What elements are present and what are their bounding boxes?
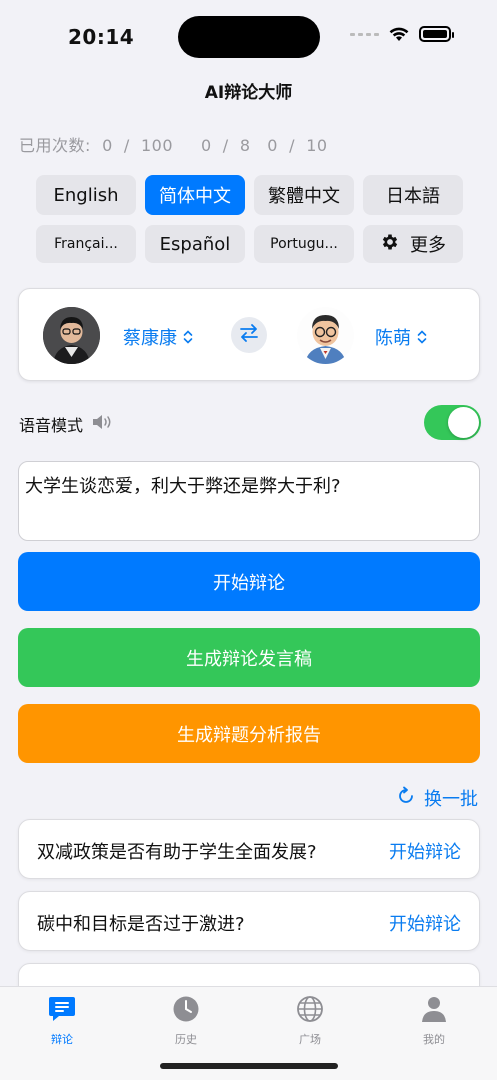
lang-button-french[interactable]: Françai... <box>36 225 136 263</box>
lang-button-portuguese[interactable]: Portugu... <box>254 225 354 263</box>
voice-mode-label: 语音模式 <box>19 416 84 435</box>
topic-text: 碳中和目标是否过于激进? <box>37 914 245 935</box>
wifi-icon <box>389 27 409 42</box>
debater-right-picker[interactable]: 陈萌 <box>375 324 427 350</box>
lang-button-spanish[interactable]: Español <box>145 225 245 263</box>
usage-counter: 已用次数: 0 / 100 0 / 8 0 / 10 <box>19 136 328 155</box>
tab-square[interactable]: 广场 <box>280 995 340 1047</box>
refresh-topics-button[interactable]: 换一批 <box>396 785 478 811</box>
status-bar: 20:14 <box>0 0 497 62</box>
language-selector: English 简体中文 繁體中文 日本語 Françai... Español… <box>36 175 463 263</box>
tab-history[interactable]: 历史 <box>156 995 216 1047</box>
status-time: 20:14 <box>68 25 135 49</box>
lang-button-english[interactable]: English <box>36 175 136 215</box>
debater-left-avatar[interactable] <box>43 307 100 364</box>
battery-icon <box>419 26 454 42</box>
lang-button-japanese[interactable]: 日本語 <box>363 175 463 215</box>
chat-icon <box>47 995 77 1027</box>
status-icons <box>350 26 454 42</box>
topic-start-button[interactable]: 开始辩论 <box>389 838 461 864</box>
gear-icon <box>380 232 400 257</box>
topic-card[interactable]: 双减政策是否有助于学生全面发展? 开始辩论 <box>18 819 480 879</box>
topic-input[interactable]: 大学生谈恋爱，利大于弊还是弊大于利? <box>18 461 480 541</box>
refresh-label: 换一批 <box>424 789 478 810</box>
more-languages-button[interactable]: 更多 <box>363 225 463 263</box>
lang-button-traditional-chinese[interactable]: 繁體中文 <box>254 175 354 215</box>
generate-report-button[interactable]: 生成辩题分析报告 <box>18 704 480 763</box>
more-label: 更多 <box>410 235 446 256</box>
debater-left-picker[interactable]: 蔡康康 <box>123 324 193 350</box>
debater-left-name: 蔡康康 <box>123 328 177 349</box>
topic-text: 双减政策是否有助于学生全面发展? <box>37 842 317 863</box>
swap-debaters-button[interactable] <box>231 317 267 353</box>
debater-right-avatar[interactable] <box>297 307 354 364</box>
globe-icon <box>296 995 324 1027</box>
tab-mine[interactable]: 我的 <box>404 995 464 1047</box>
toggle-knob <box>448 407 479 438</box>
tab-label: 辩论 <box>51 1033 73 1046</box>
home-indicator <box>160 1063 338 1069</box>
refresh-icon <box>396 786 416 811</box>
start-debate-button[interactable]: 开始辩论 <box>18 552 480 611</box>
voice-mode-label-group: 语音模式 <box>19 412 115 436</box>
voice-mode-row: 语音模式 <box>19 402 481 442</box>
generate-speech-button[interactable]: 生成辩论发言稿 <box>18 628 480 687</box>
chevron-up-down-icon <box>183 329 193 345</box>
tab-debate[interactable]: 辩论 <box>32 995 92 1047</box>
person-icon <box>420 995 448 1027</box>
topic-card[interactable]: 碳中和目标是否过于激进? 开始辩论 <box>18 891 480 951</box>
debater-right-name: 陈萌 <box>375 328 411 349</box>
lang-button-simplified-chinese[interactable]: 简体中文 <box>145 175 245 215</box>
speaker-icon <box>91 413 115 435</box>
chevron-up-down-icon <box>417 329 427 345</box>
cellular-signal-icon <box>350 32 379 36</box>
dynamic-island <box>178 16 320 58</box>
tab-label: 我的 <box>423 1033 445 1046</box>
tab-label: 广场 <box>299 1033 321 1046</box>
debater-card: 蔡康康 陈萌 <box>18 288 480 381</box>
voice-mode-toggle[interactable] <box>424 405 481 440</box>
topic-start-button[interactable]: 开始辩论 <box>389 910 461 936</box>
tab-label: 历史 <box>175 1033 197 1046</box>
clock-icon <box>172 995 200 1027</box>
swap-arrows-icon <box>237 321 261 349</box>
page-title: AI辩论大师 <box>204 83 293 103</box>
